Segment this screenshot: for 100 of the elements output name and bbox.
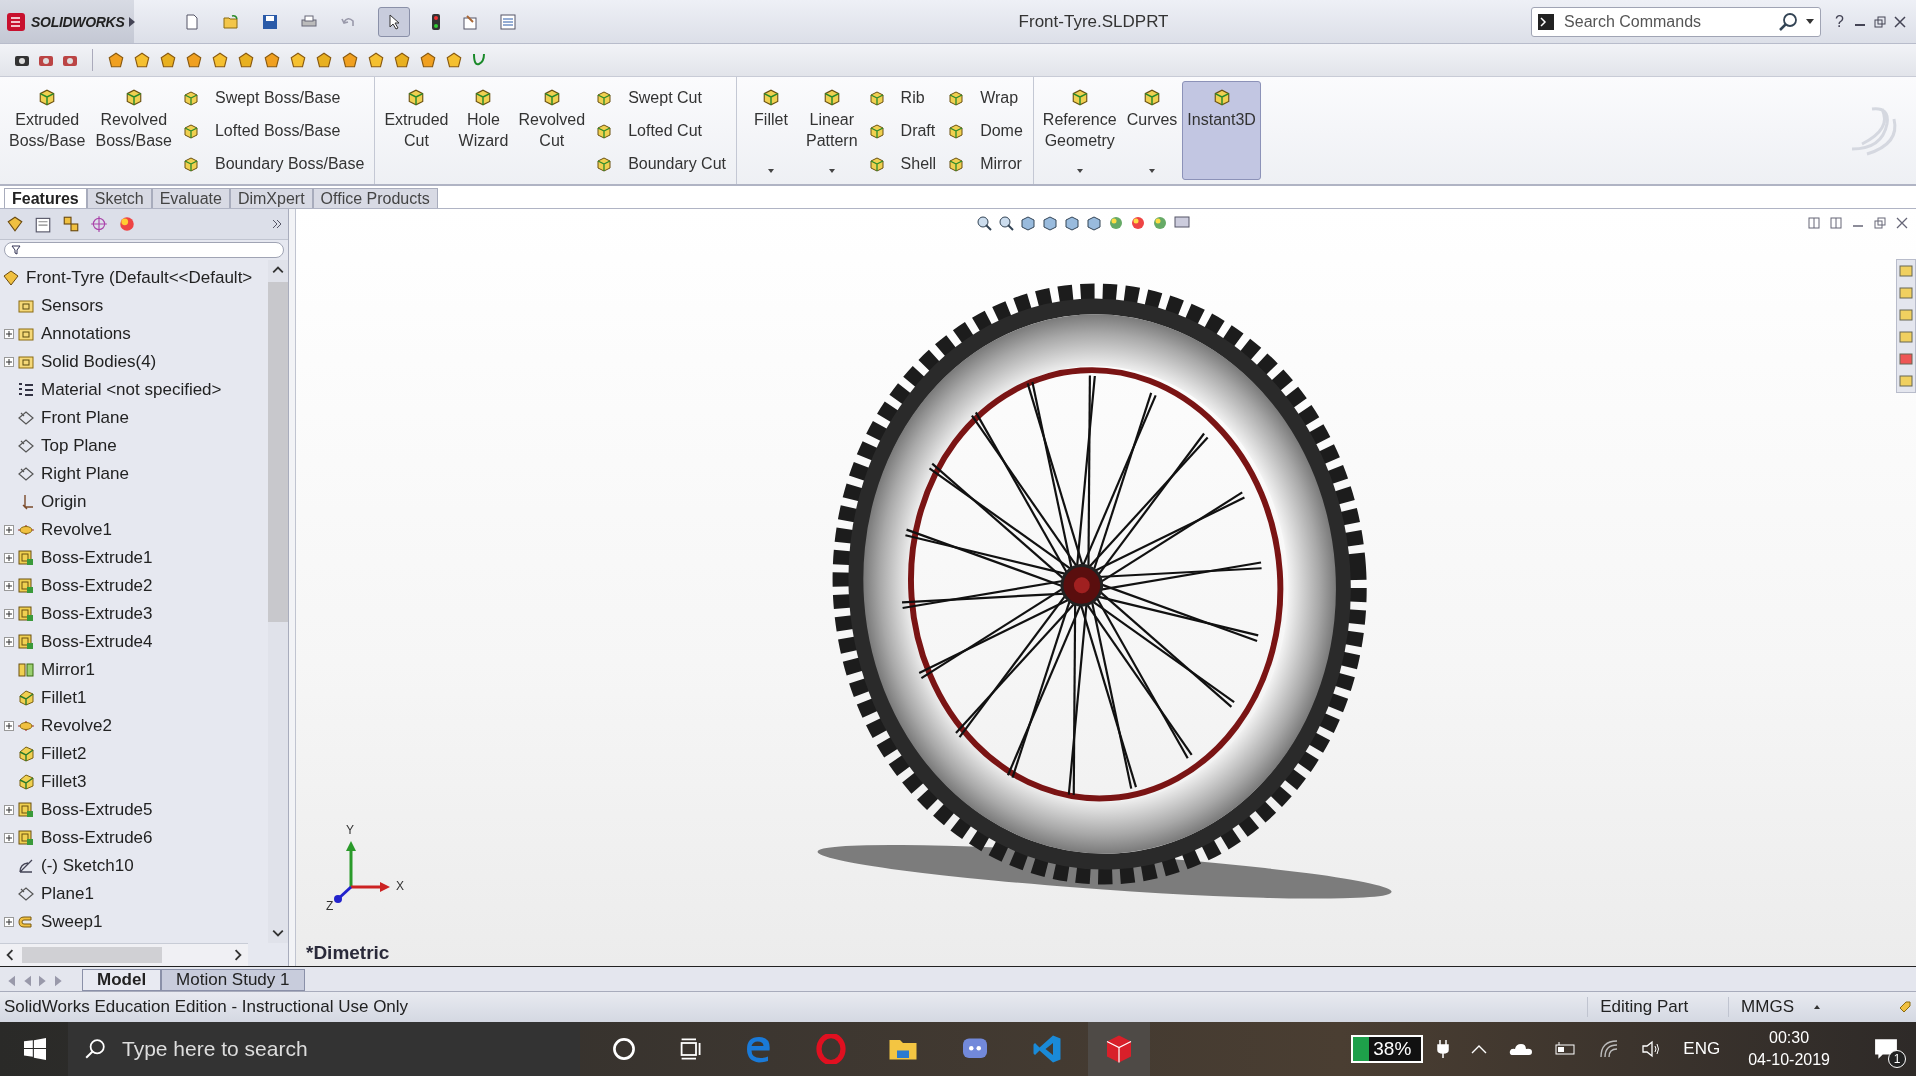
magnifier-icon[interactable]	[976, 215, 992, 231]
select-button[interactable]	[378, 6, 410, 37]
tree-item[interactable]: Top Plane	[41, 436, 117, 456]
scroll-right-icon[interactable]	[234, 949, 242, 961]
feature-tool-icon[interactable]	[159, 51, 177, 69]
dropdown-icon[interactable]	[1076, 169, 1083, 173]
tree-item[interactable]: Front-Tyre (Default<<Default>	[26, 268, 253, 288]
ribbon-button[interactable]: Reference Geometry	[1037, 81, 1122, 180]
dropdown-icon[interactable]	[1806, 19, 1815, 24]
tree-item[interactable]: Solid Bodies(4)	[41, 352, 157, 372]
dropdown-icon[interactable]	[768, 169, 774, 173]
caret-icon[interactable]	[129, 16, 136, 27]
ribbon-button[interactable]: Swept Boss/Base	[182, 88, 365, 107]
ribbon-button[interactable]: Shell	[868, 154, 937, 173]
ribbon-button[interactable]: Extruded Boss/Base	[4, 81, 91, 180]
feature-tool-icon[interactable]	[367, 51, 385, 69]
ribbon-button[interactable]: Wrap	[948, 88, 1023, 107]
expand-icon[interactable]	[4, 917, 14, 927]
ribbon-button[interactable]: Fillet	[741, 81, 801, 180]
tree-item[interactable]: Sweep1	[41, 912, 103, 932]
expand-icon[interactable]	[4, 525, 14, 535]
language-indicator[interactable]: ENG	[1683, 1039, 1721, 1059]
task-view-icon[interactable]	[678, 1037, 702, 1061]
tree-item[interactable]: Fillet1	[41, 688, 87, 708]
close-icon[interactable]	[1894, 15, 1906, 28]
tree-item[interactable]: Sensors	[41, 296, 104, 316]
cloud-icon[interactable]	[1509, 1042, 1534, 1056]
taskbar-app[interactable]	[1088, 1022, 1150, 1076]
tree-item[interactable]: Plane1	[41, 884, 94, 904]
expand-icon[interactable]	[4, 721, 14, 731]
expand-icon[interactable]	[4, 357, 14, 367]
configuration-tab-icon[interactable]	[62, 215, 80, 233]
ribbon-button[interactable]: Boundary Boss/Base	[182, 154, 365, 173]
checklist-icon[interactable]	[500, 13, 516, 30]
feature-tool-icon[interactable]	[263, 51, 281, 69]
tree-item[interactable]: Revolve2	[41, 716, 112, 736]
battery-indicator[interactable]: 38%	[1351, 1035, 1424, 1063]
search-input[interactable]: Search Commands	[1562, 11, 1771, 32]
ribbon-button[interactable]: Lofted Cut	[596, 121, 726, 140]
ribbon-button[interactable]: Revolved Boss/Base	[90, 81, 177, 180]
tree-item[interactable]: Boss-Extrude3	[41, 604, 153, 624]
expand-icon[interactable]	[4, 637, 14, 647]
dropdown-icon[interactable]	[828, 169, 835, 173]
caret-icon[interactable]	[1814, 1005, 1820, 1009]
tree-item[interactable]: Front Plane	[41, 408, 129, 428]
clock-date[interactable]: 04-10-2019	[1748, 1051, 1830, 1069]
units-selector[interactable]: MMGS	[1728, 997, 1806, 1017]
tree-item[interactable]: Mirror1	[41, 660, 95, 680]
feature-tool-icon[interactable]	[419, 51, 437, 69]
expand-icon[interactable]	[4, 805, 14, 815]
sphere-icon[interactable]	[1152, 215, 1168, 231]
cube-icon[interactable]	[1086, 215, 1102, 231]
feature-tool-icon[interactable]	[393, 51, 411, 69]
restore-icon[interactable]	[1874, 217, 1886, 229]
curve-icon[interactable]	[471, 52, 487, 68]
ribbon-button[interactable]: Revolved Cut	[513, 81, 591, 180]
restore-icon[interactable]	[1874, 15, 1886, 28]
feature-tool-icon[interactable]	[315, 51, 333, 69]
tree-item[interactable]: Revolve1	[41, 520, 112, 540]
feature-tool-icon[interactable]	[185, 51, 203, 69]
feature-tool-icon[interactable]	[445, 51, 463, 69]
wifi-icon[interactable]	[1599, 1039, 1620, 1059]
scroll-left-icon[interactable]	[6, 949, 14, 961]
open-folder-icon[interactable]	[222, 13, 240, 30]
ribbon-button[interactable]: Rib	[868, 88, 937, 107]
tree-item[interactable]: Boss-Extrude1	[41, 548, 153, 568]
cube-icon[interactable]	[1064, 215, 1080, 231]
monitor-icon[interactable]	[1174, 215, 1190, 231]
code-editor-icon[interactable]	[1032, 1034, 1062, 1064]
expand-icon[interactable]	[272, 219, 282, 229]
tab[interactable]: Model	[82, 969, 162, 991]
tree-item[interactable]: Boss-Extrude5	[41, 800, 153, 820]
feature-tool-icon[interactable]	[133, 51, 151, 69]
tile-icon[interactable]	[1830, 217, 1842, 229]
tree-item[interactable]: Origin	[41, 492, 87, 512]
tag-icon[interactable]	[1898, 1000, 1912, 1014]
tile-icon[interactable]	[1808, 217, 1820, 229]
task-pane-tab-icon[interactable]	[1899, 352, 1913, 366]
taskbar-search-field[interactable]: Type here to search	[68, 1022, 580, 1076]
ribbon-button[interactable]: Dome	[948, 121, 1023, 140]
expand-icon[interactable]	[4, 329, 14, 339]
feature-tree-tab-icon[interactable]	[6, 215, 24, 233]
expand-icon[interactable]	[4, 553, 14, 563]
search-icon[interactable]	[1778, 11, 1799, 32]
tree-item[interactable]: Material <not specified>	[41, 380, 222, 400]
tree-item[interactable]: (-) Sketch10	[41, 856, 134, 876]
tab[interactable]: Office Products	[312, 188, 438, 208]
appearance-tab-icon[interactable]	[118, 215, 136, 233]
ribbon-button[interactable]: Boundary Cut	[596, 154, 726, 173]
taskbar-search-input[interactable]: Type here to search	[120, 1036, 580, 1062]
ribbon-button[interactable]: Swept Cut	[596, 88, 726, 107]
chevron-up-icon[interactable]	[1471, 1044, 1488, 1054]
dropdown-icon[interactable]	[1149, 169, 1155, 173]
magnifier-icon[interactable]	[998, 215, 1014, 231]
tab[interactable]: Evaluate	[151, 188, 230, 208]
tree-item[interactable]: Boss-Extrude6	[41, 828, 153, 848]
print-icon[interactable]	[300, 13, 318, 30]
ribbon-button[interactable]: Hole Wizard	[453, 81, 514, 180]
traffic-light-icon[interactable]	[432, 13, 440, 30]
options-icon[interactable]	[462, 13, 478, 30]
